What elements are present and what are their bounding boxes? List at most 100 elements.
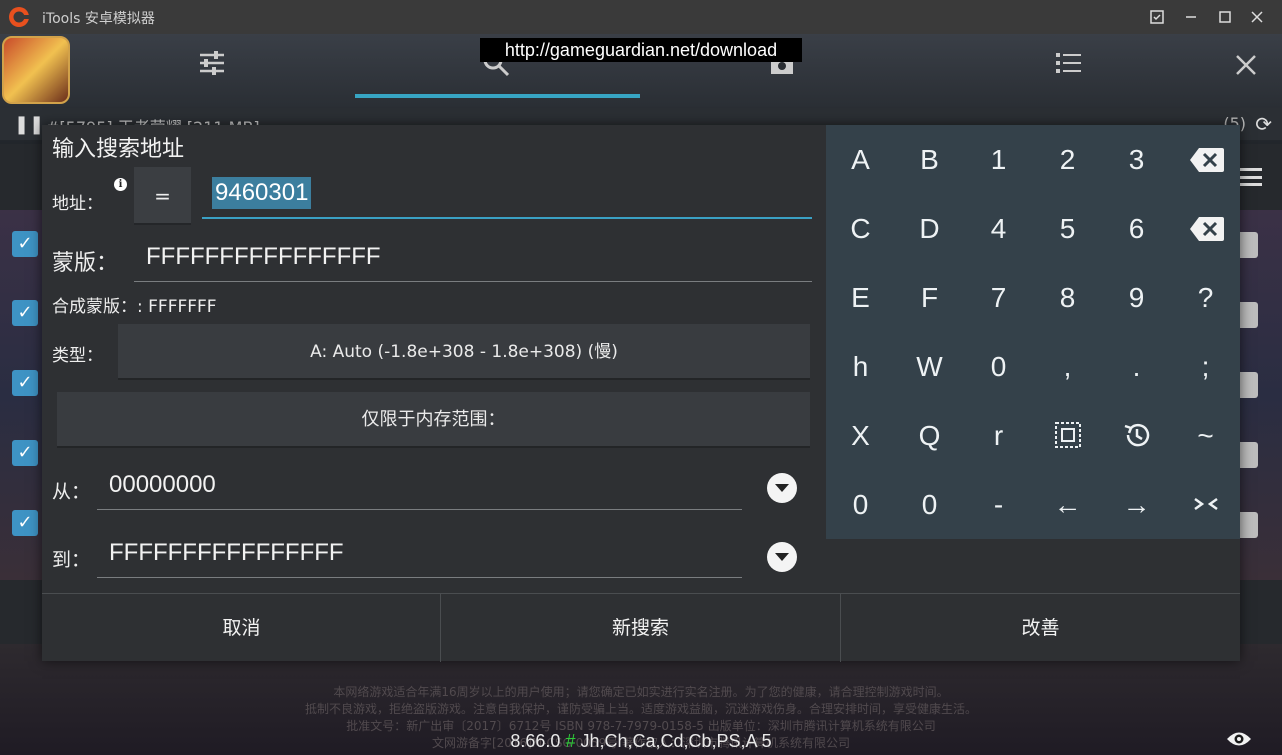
minimize-button[interactable] bbox=[1180, 6, 1202, 28]
result-checkbox[interactable]: ✓ bbox=[12, 510, 38, 536]
tab-list[interactable] bbox=[1048, 48, 1088, 88]
key-comma[interactable]: , bbox=[1033, 332, 1102, 401]
key-1[interactable]: 1 bbox=[964, 125, 1033, 194]
key-collapse[interactable] bbox=[1171, 470, 1240, 539]
mask-value: FFFFFFFFFFFFFFFF bbox=[146, 243, 381, 270]
key-period[interactable]: . bbox=[1102, 332, 1171, 401]
dialog-button-bar: 取消 新搜索 改善 bbox=[42, 593, 1240, 662]
key-0[interactable]: 0 bbox=[826, 470, 895, 539]
address-label: 地址： bbox=[52, 194, 103, 214]
close-icon bbox=[1251, 11, 1263, 23]
from-input[interactable]: 00000000 bbox=[97, 465, 742, 510]
key-f[interactable]: F bbox=[895, 263, 964, 332]
result-checkbox[interactable]: ✓ bbox=[12, 370, 38, 396]
key-7[interactable]: 7 bbox=[964, 263, 1033, 332]
key-c[interactable]: C bbox=[826, 194, 895, 263]
eye-icon[interactable] bbox=[1226, 730, 1252, 748]
window-title: iTools 安卓模拟器 bbox=[42, 11, 155, 27]
info-icon[interactable]: i bbox=[114, 178, 127, 191]
from-value: 00000000 bbox=[109, 471, 216, 498]
key-left-arrow[interactable]: ← bbox=[1033, 470, 1102, 539]
key-9[interactable]: 9 bbox=[1102, 263, 1171, 332]
to-label: 到： bbox=[52, 549, 91, 571]
key-3[interactable]: 3 bbox=[1102, 125, 1171, 194]
pause-icon[interactable]: ❚❚ bbox=[14, 114, 44, 135]
version-hash: # bbox=[565, 731, 576, 751]
menu-icon[interactable] bbox=[1238, 168, 1262, 186]
address-input[interactable]: 9460301 bbox=[202, 171, 812, 219]
close-icon bbox=[1236, 55, 1256, 75]
history-icon bbox=[1124, 423, 1149, 447]
address-value: 9460301 bbox=[212, 177, 312, 209]
close-app-button[interactable] bbox=[1226, 48, 1266, 88]
key-d[interactable]: D bbox=[895, 194, 964, 263]
cancel-button[interactable]: 取消 bbox=[42, 594, 441, 662]
key-0[interactable]: 0 bbox=[964, 332, 1033, 401]
type-selector[interactable]: A: Auto (-1.8e+308 - 1.8e+308) (慢) bbox=[118, 324, 810, 380]
clear-icon bbox=[1190, 217, 1224, 241]
to-input[interactable]: FFFFFFFFFFFFFFFF bbox=[97, 533, 742, 578]
minimize-icon bbox=[1186, 16, 1196, 18]
maximize-button[interactable] bbox=[1214, 6, 1236, 28]
refresh-icon[interactable]: ⟳ bbox=[1255, 112, 1272, 136]
key-tilde[interactable]: ~ bbox=[1171, 401, 1240, 470]
key-b[interactable]: B bbox=[895, 125, 964, 194]
from-dropdown-icon[interactable] bbox=[767, 473, 797, 503]
to-dropdown-icon[interactable] bbox=[767, 542, 797, 572]
key-2[interactable]: 2 bbox=[1033, 125, 1102, 194]
emulator-window: iTools 安卓模拟器 ❚❚ (5) ⟳ ✓ ✓ ✓ ✓ ✓ 本网络游戏适合年… bbox=[0, 0, 1282, 755]
key-r[interactable]: r bbox=[964, 401, 1033, 470]
key-semicolon[interactable]: ; bbox=[1171, 332, 1240, 401]
select-all-icon bbox=[1054, 422, 1081, 448]
key-select-all[interactable] bbox=[1033, 401, 1102, 470]
close-window-button[interactable] bbox=[1246, 6, 1268, 28]
version-strip: 8.66.0 # Jh,Ch,Ca,Cd,Cb,PS,A 5 bbox=[0, 731, 1282, 752]
mask-label: 蒙版： bbox=[52, 251, 119, 276]
version-flags: Jh,Ch,Ca,Cd,Cb,PS,A bbox=[580, 731, 757, 751]
game-avatar[interactable] bbox=[2, 36, 70, 104]
key-history[interactable] bbox=[1102, 401, 1171, 470]
collapse-icon bbox=[1193, 497, 1218, 511]
list-icon bbox=[1056, 53, 1081, 73]
backspace-icon bbox=[1190, 148, 1224, 172]
download-url-overlay: http://gameguardian.net/download bbox=[480, 38, 802, 62]
key-h[interactable]: h bbox=[826, 332, 895, 401]
key-6[interactable]: 6 bbox=[1102, 194, 1171, 263]
search-address-dialog: 输入搜索地址 地址： i = 9460301 蒙版： FFFFFFFFFFFFF… bbox=[42, 125, 1240, 662]
operator-button[interactable]: = bbox=[134, 167, 191, 225]
key-q[interactable]: Q bbox=[895, 401, 964, 470]
screenshot-icon bbox=[1150, 10, 1164, 24]
key-backspace[interactable] bbox=[1171, 125, 1240, 194]
key-right-arrow[interactable]: → bbox=[1102, 470, 1171, 539]
key-w[interactable]: W bbox=[895, 332, 964, 401]
sliders-icon bbox=[200, 51, 224, 75]
key-minus[interactable]: - bbox=[964, 470, 1033, 539]
notice-line: 抵制不良游戏，拒绝盗版游戏。注意自我保护，谨防受骗上当。适度游戏益脑，沉迷游戏伤… bbox=[304, 702, 977, 716]
mask-input[interactable]: FFFFFFFFFFFFFFFF bbox=[134, 237, 812, 282]
notice-line: 本网络游戏适合年满16周岁以上的用户使用；请您确定已如实进行实名注册。为了您的健… bbox=[333, 685, 949, 699]
type-label: 类型： bbox=[52, 346, 103, 366]
combined-mask-text: 合成蒙版：: FFFFFFF bbox=[52, 297, 217, 317]
version-flags-count: 5 bbox=[761, 731, 772, 751]
from-label: 从： bbox=[52, 481, 91, 503]
key-x[interactable]: X bbox=[826, 401, 895, 470]
maximize-icon bbox=[1219, 11, 1231, 23]
result-checkbox[interactable]: ✓ bbox=[12, 231, 38, 257]
key-question[interactable]: ? bbox=[1171, 263, 1240, 332]
key-0[interactable]: 0 bbox=[895, 470, 964, 539]
refine-button[interactable]: 改善 bbox=[841, 594, 1240, 662]
screenshot-button[interactable] bbox=[1146, 6, 1168, 28]
key-e[interactable]: E bbox=[826, 263, 895, 332]
tab-settings[interactable] bbox=[192, 48, 232, 88]
result-checkbox[interactable]: ✓ bbox=[12, 300, 38, 326]
result-checkbox[interactable]: ✓ bbox=[12, 440, 38, 466]
key-8[interactable]: 8 bbox=[1033, 263, 1102, 332]
key-clear[interactable] bbox=[1171, 194, 1240, 263]
memory-range-button[interactable]: 仅限于内存范围： bbox=[57, 392, 810, 448]
hex-keypad: A B 1 2 3 C D 4 5 6 E F 7 8 9 ? h W 0 , … bbox=[826, 125, 1240, 539]
key-a[interactable]: A bbox=[826, 125, 895, 194]
to-value: FFFFFFFFFFFFFFFF bbox=[109, 539, 344, 566]
key-5[interactable]: 5 bbox=[1033, 194, 1102, 263]
key-4[interactable]: 4 bbox=[964, 194, 1033, 263]
new-search-button[interactable]: 新搜索 bbox=[441, 594, 840, 662]
